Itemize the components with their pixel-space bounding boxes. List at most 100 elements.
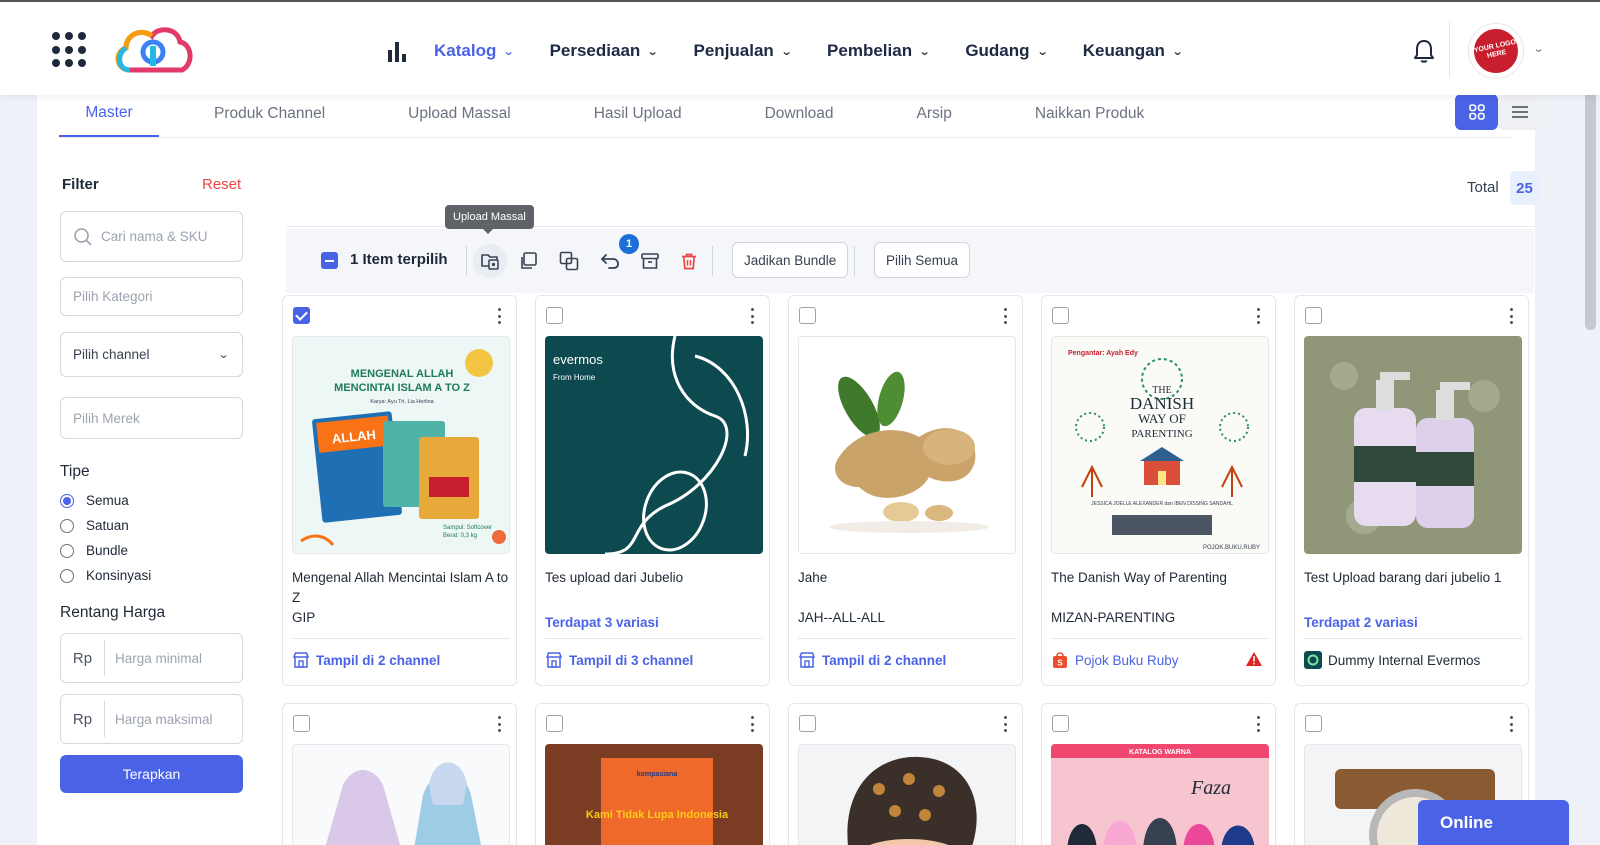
tab-upload-massal[interactable]: Upload Massal [408,90,511,138]
type-radio-satuan[interactable]: Satuan [60,518,129,533]
brand-logo[interactable] [112,24,194,76]
app-grid-menu-icon[interactable] [52,32,88,68]
product-card[interactable]: Jahe JAH--ALL-ALL Tampil di 2 channel [788,295,1023,686]
product-card[interactable]: Pengantar: Ayah Edy THE DANISH WAY OF PA… [1041,295,1276,686]
channel-store-link[interactable]: Dummy Internal Evermos [1304,649,1522,671]
undo-action-button[interactable] [597,248,623,274]
nav-pembelian[interactable]: Pembelian ⌄ [827,41,931,61]
grid-view-button[interactable] [1455,94,1498,130]
category-select[interactable]: Pilih Kategori [60,277,243,316]
make-bundle-button[interactable]: Jadikan Bundle [732,242,849,278]
more-options-icon[interactable] [496,716,502,732]
search-input[interactable]: Cari nama & SKU [60,211,243,262]
merge-action-button[interactable] [556,248,582,274]
type-radio-konsinyasi[interactable]: Konsinyasi [60,568,151,583]
more-options-icon[interactable] [1255,308,1261,324]
product-card[interactable]: MENGENAL ALLAH MENCINTAI ISLAM A TO Z Ka… [282,295,517,686]
duplicate-action-button[interactable] [515,248,541,274]
more-options-icon[interactable] [1002,308,1008,324]
list-view-button[interactable] [1498,94,1541,130]
nav-persediaan[interactable]: Persediaan ⌄ [550,41,659,61]
svg-text:WAY OF: WAY OF [1138,411,1186,426]
product-image: MENGENAL ALLAH MENCINTAI ISLAM A TO Z Ka… [292,336,510,554]
nav-katalog[interactable]: Katalog ⌄ [434,41,515,61]
product-checkbox[interactable] [799,715,816,732]
product-image: kompasiana Kami Tidak Lupa Indonesia [545,744,763,845]
select-all-button[interactable]: Pilih Semua [874,242,971,278]
tab-arsip[interactable]: Arsip [917,90,952,138]
store-icon [292,651,310,669]
page-scrollbar[interactable] [1585,68,1596,330]
more-options-icon[interactable] [1002,716,1008,732]
nav-gudang[interactable]: Gudang ⌄ [965,41,1048,61]
more-options-icon[interactable] [749,308,755,324]
product-card[interactable]: Test Upload barang dari jubelio 1 Terdap… [1294,295,1529,686]
product-checkbox[interactable] [799,307,816,324]
nav-penjualan[interactable]: Penjualan ⌄ [694,41,793,61]
delete-action-button[interactable] [676,248,702,274]
tab-master[interactable]: Master [59,90,159,138]
more-options-icon[interactable] [1508,308,1514,324]
more-options-icon[interactable] [1255,716,1261,732]
nav-keuangan[interactable]: Keuangan ⌄ [1083,41,1184,61]
product-variant-count[interactable]: Terdapat 3 variasi [545,615,659,630]
tab-download[interactable]: Download [765,90,834,138]
product-checkbox[interactable] [1052,715,1069,732]
channel-store-link[interactable]: S Pojok Buku Ruby [1051,649,1269,671]
product-card[interactable] [788,703,1023,845]
dashboard-chart-icon[interactable] [388,40,410,62]
svg-text:Karya: Ayu Tri, Lia Herlina: Karya: Ayu Tri, Lia Herlina [370,399,434,405]
type-radio-bundle[interactable]: Bundle [60,543,128,558]
product-checkbox-checked[interactable] [293,307,310,324]
bulk-select-checkbox[interactable] [321,252,338,269]
type-section-title: Tipe [60,463,90,480]
product-checkbox[interactable] [1052,307,1069,324]
min-price-input[interactable]: Rp Harga minimal [60,633,243,683]
max-price-input[interactable]: Rp Harga maksimal [60,694,243,744]
navbar-divider [1449,22,1450,78]
more-options-icon[interactable] [749,716,755,732]
product-card[interactable]: KATALOG WARNA Faza [1041,703,1276,845]
product-checkbox[interactable] [546,715,563,732]
product-checkbox[interactable] [1305,307,1322,324]
upload-massal-action-button[interactable] [473,244,507,278]
account-chevron-down-icon[interactable]: ⌄ [1533,42,1545,55]
more-options-icon[interactable] [496,308,502,324]
product-card[interactable]: evermos From Home Tes upload dari Jubeli… [535,295,770,686]
tab-hasil-upload[interactable]: Hasil Upload [594,90,682,138]
warning-icon[interactable] [1245,651,1263,670]
channel-count-link[interactable]: Tampil di 3 channel [545,649,763,671]
channel-count-link[interactable]: Tampil di 2 channel [798,649,1016,671]
channel-select[interactable]: Pilih channel ⌄ [60,332,243,377]
product-name[interactable]: Tes upload dari Jubelio [545,568,763,588]
card-divider [1304,638,1522,639]
user-avatar[interactable]: YOUR LOGO HERE [1468,23,1524,79]
main-navigation: Katalog ⌄ Persediaan ⌄ Penjualan ⌄ Pembelia… [388,36,1218,66]
product-name[interactable]: Test Upload barang dari jubelio 1 [1304,568,1522,588]
min-price-placeholder: Harga minimal [115,650,203,666]
apply-filter-button[interactable]: Terapkan [60,755,243,793]
product-name[interactable]: The Danish Way of Parenting [1051,568,1269,588]
type-radio-semua[interactable]: Semua [60,493,129,508]
product-checkbox[interactable] [1305,715,1322,732]
reset-filter-link[interactable]: Reset [202,176,241,193]
svg-text:POJOK.BUKU.RUBY: POJOK.BUKU.RUBY [1203,545,1260,551]
product-checkbox[interactable] [293,715,310,732]
tab-naikkan-produk[interactable]: Naikkan Produk [1035,90,1144,138]
channel-count-link[interactable]: Tampil di 2 channel [292,649,510,671]
product-variant-count[interactable]: Terdapat 2 variasi [1304,615,1418,630]
archive-action-button[interactable] [637,248,663,274]
svg-text:KATALOG WARNA: KATALOG WARNA [1129,749,1191,756]
product-name[interactable]: Mengenal Allah Mencintai Islam A to Z [292,568,510,608]
online-status-button[interactable]: Online [1418,800,1569,845]
svg-text:S: S [1057,659,1063,668]
more-options-icon[interactable] [1508,716,1514,732]
notification-bell-icon[interactable] [1412,38,1436,64]
product-card[interactable] [282,703,517,845]
product-card[interactable]: kompasiana Kami Tidak Lupa Indonesia [535,703,770,845]
product-checkbox[interactable] [546,307,563,324]
product-name[interactable]: Jahe [798,568,1016,588]
brand-select[interactable]: Pilih Merek [60,397,243,439]
tab-produk-channel[interactable]: Produk Channel [214,90,325,138]
book-title-line1: MENGENAL ALLAH [351,368,454,380]
